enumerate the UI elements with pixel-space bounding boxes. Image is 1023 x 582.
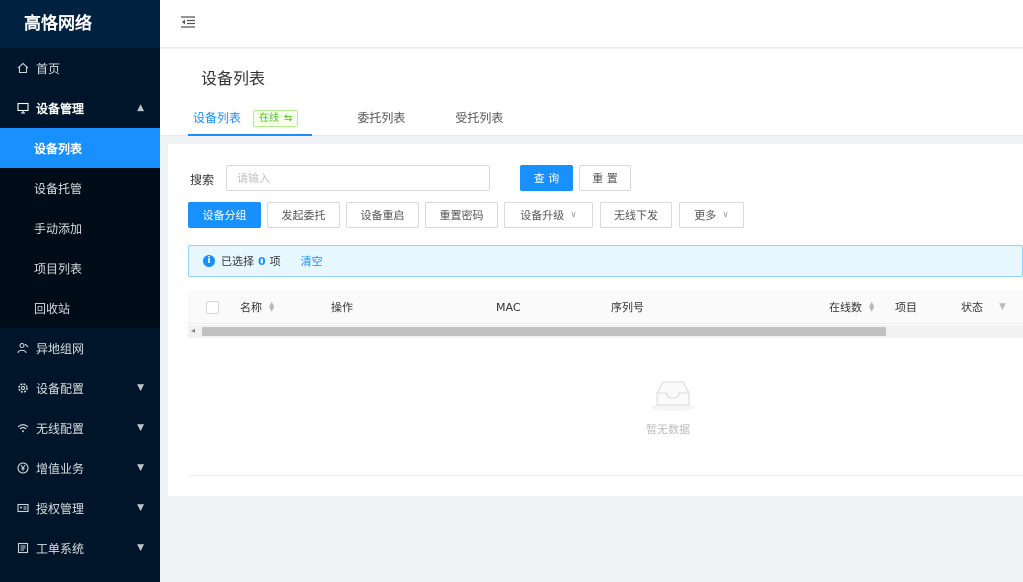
empty-text: 暂无数据	[646, 423, 690, 436]
chevron-up-icon: ▲	[137, 103, 144, 113]
tab-device-list[interactable]: 设备列表 在线 ⇆	[188, 105, 313, 136]
home-icon	[16, 62, 30, 74]
selection-alert: i 已选择 0 项 清空	[188, 245, 1023, 277]
empty-inbox-icon	[648, 377, 698, 416]
table-header: 名称 ▲ ▼ 操作 MAC 序列号 在线数 ▲ ▼ 项目 状态 ▼	[188, 290, 1023, 324]
sidebar-item-label: 设备管理	[36, 101, 85, 116]
tab-label: 设备列表	[193, 111, 242, 125]
chevron-down-icon: ∨	[722, 210, 729, 220]
wireless-deploy-button[interactable]: 无线下发	[600, 202, 672, 228]
device-group-button[interactable]: 设备分组	[188, 202, 261, 228]
table-empty-state: 暂无数据	[188, 339, 1023, 476]
top-header	[160, 0, 1023, 48]
sidebar-item-wireless-config[interactable]: 无线配置 ▼	[0, 408, 160, 448]
sidebar-item-recycle-bin[interactable]: 回收站	[0, 288, 160, 328]
clear-selection-link[interactable]: 清空	[301, 253, 323, 269]
column-mac: MAC	[496, 300, 521, 314]
yen-icon	[16, 462, 30, 474]
sidebar-item-label: 授权管理	[36, 501, 85, 516]
sidebar-item-remote-networking[interactable]: 异地组网	[0, 328, 160, 368]
column-name: 名称 ▲ ▼	[240, 300, 275, 315]
column-online-count: 在线数 ▲ ▼	[829, 300, 875, 315]
chevron-down-icon: ▼	[137, 383, 144, 393]
device-management-submenu: 设备列表 设备托管 手动添加 项目列表 回收站	[0, 128, 160, 328]
sidebar-menu: 首页 设备管理 ▲ 设备列表 设备托管 手动添加 项目列表 回收站 异地组网 设…	[0, 48, 160, 568]
scroll-thumb[interactable]	[202, 327, 886, 336]
sidebar-item-label: 首页	[36, 61, 61, 76]
search-label: 搜索	[190, 173, 215, 187]
filter-icon[interactable]: ▼	[999, 302, 1006, 312]
chevron-down-icon: ∨	[570, 210, 577, 220]
ticket-icon	[16, 542, 30, 554]
selection-count: 0	[258, 254, 266, 268]
info-icon: i	[203, 255, 215, 267]
sidebar: 高恪网络 首页 设备管理 ▲ 设备列表 设备托管 手动添加 项目列表 回收站 异…	[0, 0, 160, 582]
tab-delegated-list[interactable]: 委托列表	[352, 105, 410, 136]
chevron-down-icon: ▼	[137, 423, 144, 433]
page-header: 设备列表 设备列表 在线 ⇆ 委托列表 受托列表	[160, 49, 1023, 136]
sidebar-item-manual-add[interactable]: 手动添加	[0, 208, 160, 248]
initiate-delegation-button[interactable]: 发起委托	[267, 202, 340, 228]
column-project: 项目	[895, 301, 917, 314]
more-dropdown[interactable]: 更多 ∨	[679, 202, 744, 228]
sidebar-item-ticket-system[interactable]: 工单系统 ▼	[0, 528, 160, 568]
sidebar-item-project-list[interactable]: 项目列表	[0, 248, 160, 288]
online-status-badge[interactable]: 在线 ⇆	[253, 110, 299, 127]
sidebar-item-home[interactable]: 首页	[0, 48, 160, 88]
sidebar-item-label: 无线配置	[36, 421, 85, 436]
sort-icon[interactable]: ▲ ▼	[869, 301, 874, 313]
sidebar-item-device-hosting[interactable]: 设备托管	[0, 168, 160, 208]
column-actions: 操作	[331, 301, 353, 314]
device-list-card: 搜索 查 询 重 置 设备分组 发起委托 设备重启 重置密码 设备升级 ∨ 无线…	[168, 144, 1023, 496]
gear-icon	[16, 382, 30, 394]
swap-icon: ⇆	[284, 113, 293, 124]
sidebar-item-device-config[interactable]: 设备配置 ▼	[0, 368, 160, 408]
sidebar-item-label: 工单系统	[36, 541, 85, 556]
menu-fold-icon[interactable]	[180, 14, 196, 30]
monitor-icon	[16, 102, 30, 114]
select-all-checkbox-cell	[206, 290, 219, 324]
sidebar-item-label: 异地组网	[36, 341, 85, 356]
id-card-icon	[16, 502, 30, 514]
column-status: 状态 ▼	[961, 301, 1006, 314]
chevron-down-icon: ▼	[137, 503, 144, 513]
device-reboot-button[interactable]: 设备重启	[346, 202, 419, 228]
sidebar-item-device-management[interactable]: 设备管理 ▲	[0, 88, 160, 128]
select-all-checkbox[interactable]	[206, 300, 219, 314]
sidebar-item-license-management[interactable]: 授权管理 ▼	[0, 488, 160, 528]
chevron-down-icon: ▼	[137, 543, 144, 553]
network-icon	[16, 342, 30, 354]
column-serial-number: 序列号	[611, 301, 644, 314]
wifi-icon	[16, 422, 30, 434]
tab-entrusted-list[interactable]: 受托列表	[450, 105, 508, 136]
page-title: 设备列表	[201, 69, 266, 88]
sidebar-item-value-added[interactable]: 增值业务 ▼	[0, 448, 160, 488]
tab-bar: 设备列表 在线 ⇆ 委托列表 受托列表	[188, 105, 548, 136]
sidebar-item-device-list[interactable]: 设备列表	[0, 128, 160, 168]
sidebar-item-label: 设备配置	[36, 381, 85, 396]
sidebar-item-label: 增值业务	[36, 461, 85, 476]
table-horizontal-scrollbar[interactable]: ◂	[188, 325, 1023, 338]
chevron-down-icon: ▼	[137, 463, 144, 473]
sort-icon[interactable]: ▲ ▼	[269, 301, 274, 313]
reset-password-button[interactable]: 重置密码	[425, 202, 498, 228]
app-logo: 高恪网络	[0, 0, 160, 48]
reset-button[interactable]: 重 置	[579, 165, 631, 191]
device-upgrade-dropdown[interactable]: 设备升级 ∨	[504, 202, 593, 228]
query-button[interactable]: 查 询	[520, 165, 573, 191]
search-input[interactable]	[226, 165, 490, 191]
scroll-left-arrow-icon[interactable]: ◂	[191, 326, 195, 335]
